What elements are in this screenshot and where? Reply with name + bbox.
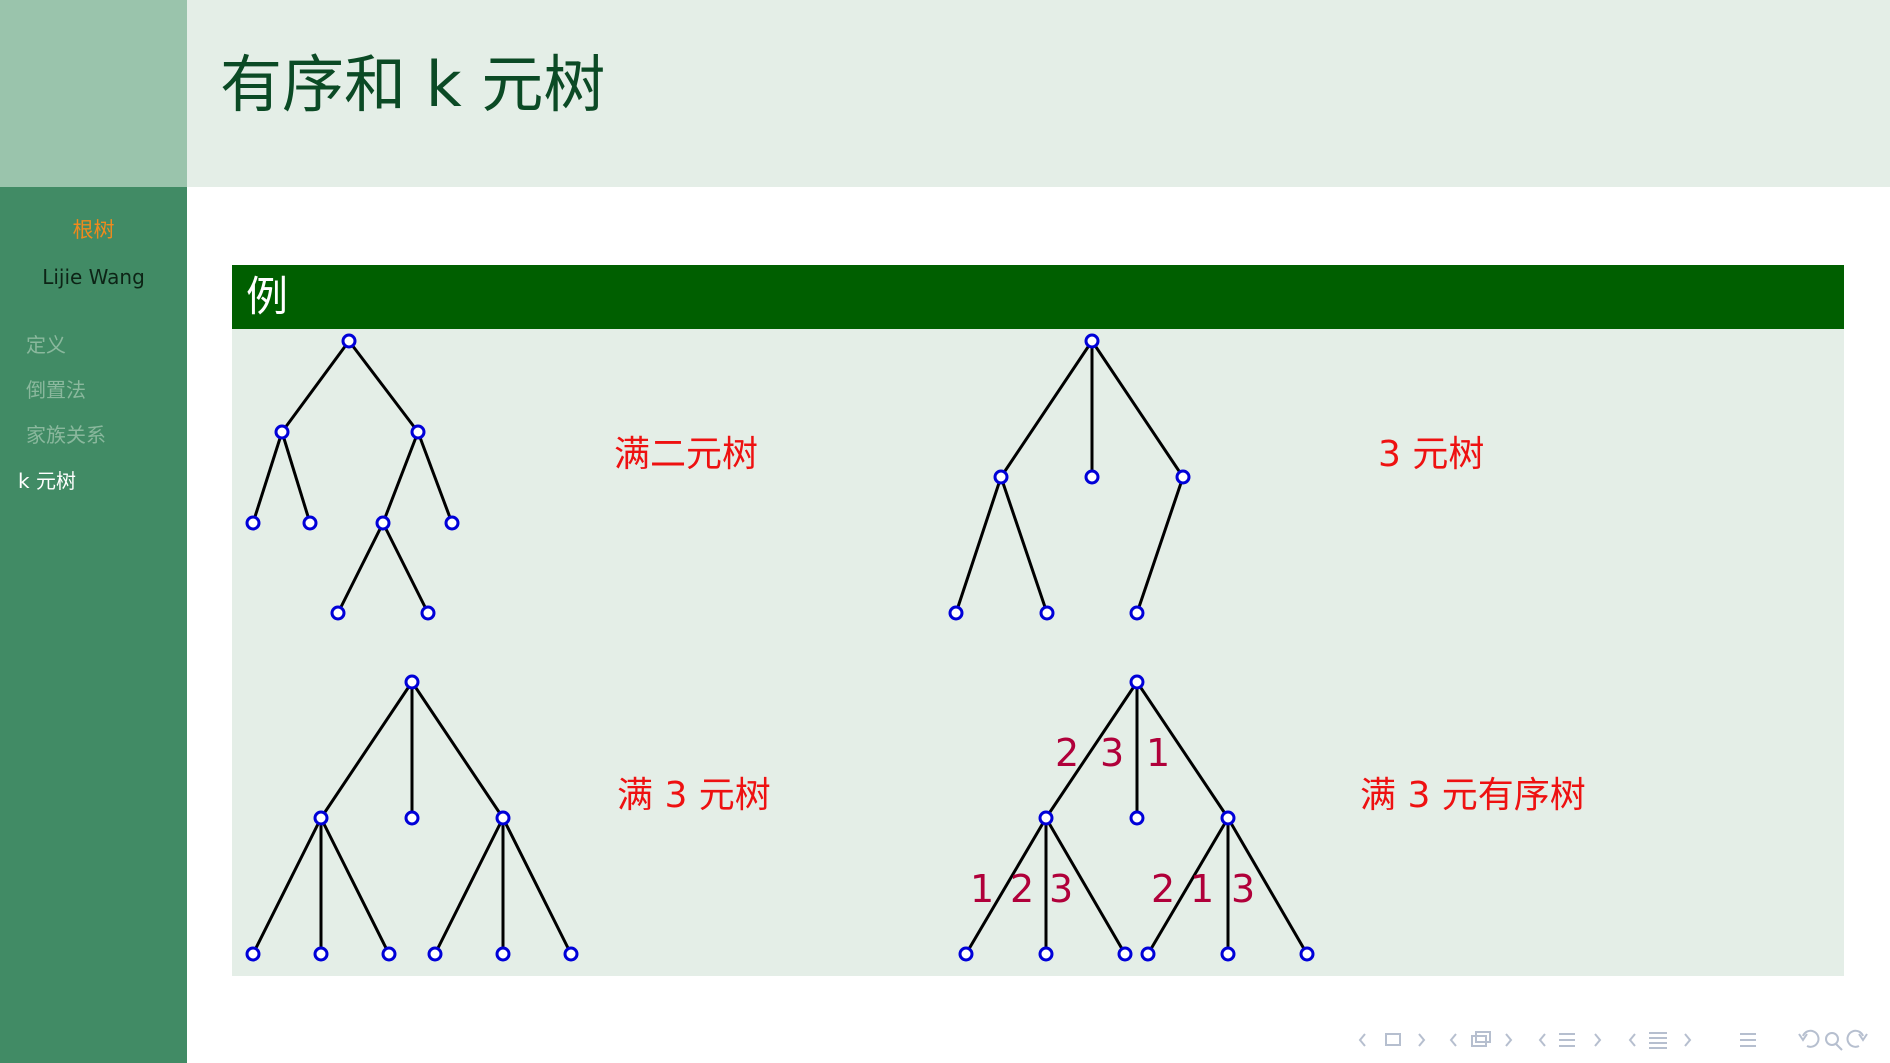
next-arrow-icon[interactable] xyxy=(1418,1033,1426,1047)
full-binary-tree-node-5 xyxy=(375,515,391,531)
full-ternary-tree-edge-8 xyxy=(501,817,573,955)
beamer-navigation-bar xyxy=(1358,1029,1868,1051)
subsection-prev-icon[interactable] xyxy=(1449,1033,1457,1047)
order-label-right-child-2: 1 xyxy=(1190,867,1215,911)
full-ordered-ternary-tree-node-1 xyxy=(1038,810,1054,826)
full-ordered-ternary-tree-node-5 xyxy=(1038,946,1054,962)
document-next-icon[interactable] xyxy=(1684,1033,1692,1047)
order-label-right-child-3: 3 xyxy=(1231,867,1256,911)
document-icon[interactable] xyxy=(1649,1032,1667,1049)
order-label-left-child-2: 2 xyxy=(1010,867,1035,911)
full-ternary-tree-node-7 xyxy=(427,946,443,962)
order-label-root-left: 2 xyxy=(1055,731,1080,775)
order-label-left-child-3: 3 xyxy=(1049,867,1074,911)
full-ternary-tree-node-3 xyxy=(495,810,511,826)
section-prev-icon[interactable] xyxy=(1538,1033,1546,1047)
full-binary-tree-edge-1 xyxy=(347,340,420,433)
ternary-tree-node-3 xyxy=(1175,469,1191,485)
frame-icon[interactable] xyxy=(1385,1033,1401,1046)
ternary-tree-node-2 xyxy=(1084,469,1100,485)
full-ordered-ternary-tree-node-3 xyxy=(1220,810,1236,826)
ternary-tree-node-5 xyxy=(1039,605,1055,621)
full-ternary-tree-node-0 xyxy=(404,674,420,690)
ternary-tree-edge-0 xyxy=(999,340,1094,478)
ternary-tree-node-1 xyxy=(993,469,1009,485)
menu-icon[interactable] xyxy=(1740,1033,1756,1047)
label-full-binary-tree: 满二元树 xyxy=(614,434,759,475)
full-ternary-tree-node-9 xyxy=(563,946,579,962)
full-ternary-tree-node-6 xyxy=(381,946,397,962)
full-binary-tree-node-7 xyxy=(330,605,346,621)
full-binary-tree-node-2 xyxy=(410,424,426,440)
ternary-tree-edge-4 xyxy=(999,476,1049,614)
full-binary-tree-edge-4 xyxy=(381,431,420,524)
section-icon[interactable] xyxy=(1559,1033,1575,1047)
full-ternary-tree-edge-6 xyxy=(433,817,505,955)
ternary-tree-edge-2 xyxy=(1090,340,1185,478)
full-ternary-tree-edge-2 xyxy=(410,681,505,819)
full-binary-tree-node-3 xyxy=(245,515,261,531)
ternary-tree-node-6 xyxy=(1129,605,1145,621)
full-ternary-tree-node-2 xyxy=(404,810,420,826)
full-binary-tree-edge-3 xyxy=(280,431,312,524)
full-binary-tree-edge-6 xyxy=(336,522,385,614)
ternary-tree-edge-5 xyxy=(1135,476,1185,614)
full-ternary-tree-edge-3 xyxy=(251,817,323,955)
label-full-ordered-ternary-tree: 满 3 元有序树 xyxy=(1360,775,1586,816)
subsection-icon[interactable] xyxy=(1471,1031,1491,1047)
tree-diagrams xyxy=(245,333,1315,962)
full-binary-tree-node-0 xyxy=(341,333,357,349)
label-ternary-tree: 3 元树 xyxy=(1378,434,1485,475)
order-label-right-child-1: 2 xyxy=(1151,867,1176,911)
label-full-ternary-tree: 满 3 元树 xyxy=(617,775,771,816)
order-label-root-middle: 3 xyxy=(1100,731,1125,775)
document-prev-icon[interactable] xyxy=(1628,1033,1636,1047)
prev-arrow-icon[interactable] xyxy=(1358,1033,1366,1047)
full-ordered-ternary-tree-node-0 xyxy=(1129,674,1145,690)
ternary-tree-node-4 xyxy=(948,605,964,621)
full-ordered-ternary-tree-node-9 xyxy=(1299,946,1315,962)
full-binary-tree-node-8 xyxy=(420,605,436,621)
full-ordered-ternary-tree-node-6 xyxy=(1117,946,1133,962)
full-ternary-tree-node-5 xyxy=(313,946,329,962)
ternary-tree-node-0 xyxy=(1084,333,1100,349)
full-ordered-ternary-tree-node-4 xyxy=(958,946,974,962)
undo-icon[interactable] xyxy=(1798,1029,1820,1048)
full-ordered-ternary-tree-node-2 xyxy=(1129,810,1145,826)
full-ordered-ternary-tree-node-8 xyxy=(1220,946,1236,962)
full-ternary-tree-edge-0 xyxy=(319,681,414,819)
order-label-root-right: 1 xyxy=(1146,731,1171,775)
ternary-tree-edge-3 xyxy=(954,476,1003,614)
full-ternary-tree-edge-5 xyxy=(319,817,391,955)
full-binary-tree-edge-7 xyxy=(381,522,430,614)
full-ternary-tree-node-1 xyxy=(313,810,329,826)
section-next-icon[interactable] xyxy=(1594,1033,1602,1047)
search-icon[interactable] xyxy=(1825,1032,1843,1051)
full-binary-tree-node-4 xyxy=(302,515,318,531)
full-binary-tree-node-6 xyxy=(444,515,460,531)
full-binary-tree-edge-2 xyxy=(251,431,284,524)
full-ternary-tree-node-8 xyxy=(495,946,511,962)
full-binary-tree-node-1 xyxy=(274,424,290,440)
subsection-next-icon[interactable] xyxy=(1505,1033,1513,1047)
full-ternary-tree-node-4 xyxy=(245,946,261,962)
redo-icon[interactable] xyxy=(1846,1029,1868,1048)
full-binary-tree-edge-5 xyxy=(416,431,454,524)
full-ordered-ternary-tree-node-7 xyxy=(1140,946,1156,962)
full-binary-tree-edge-0 xyxy=(280,340,351,433)
order-label-left-child-1: 1 xyxy=(970,867,995,911)
